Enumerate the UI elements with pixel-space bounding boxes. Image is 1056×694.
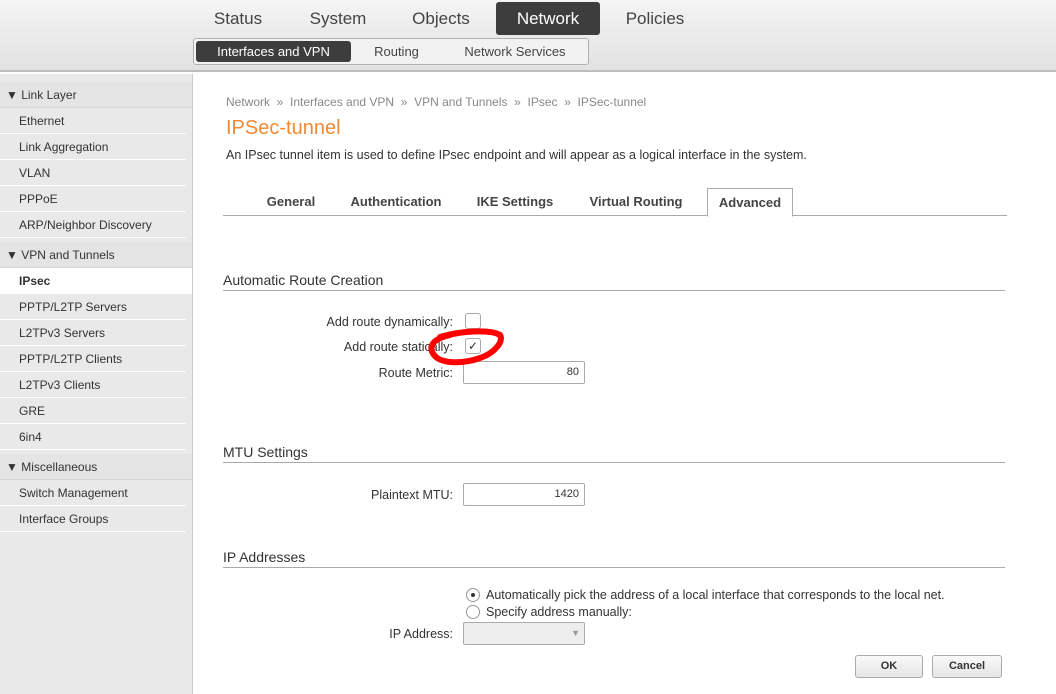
chevron-down-icon: ▼ [571,628,580,638]
sidebar-item[interactable]: Link Aggregation [0,134,186,160]
sidebar-item[interactable]: ARP/Neighbor Discovery [0,212,186,238]
tab-authentication[interactable]: Authentication [343,188,449,216]
auto-address-radio[interactable] [466,588,480,602]
sidebar-item[interactable]: VLAN [0,160,186,186]
tab-advanced[interactable]: Advanced [707,188,793,217]
page-title: IPSec-tunnel [226,117,341,139]
ip-address-label: IP Address: [389,627,453,641]
subnav-routing[interactable]: Routing [359,41,434,62]
sidebar-item[interactable]: 6in4 [0,424,186,450]
sidebar-group-link-layer[interactable]: ▼ Link Layer [0,82,192,108]
add-route-dynamic-label: Add route dynamically: [326,315,453,329]
sidebar-item[interactable]: Ethernet [0,108,186,134]
sidebar-item[interactable]: PPTP/L2TP Servers [0,294,186,320]
ip-address-select[interactable]: ▼ [463,622,585,645]
nav-network[interactable]: Network [496,2,600,35]
top-bar: Status System Objects Network Policies I… [0,0,1056,72]
sidebar-item[interactable]: PPTP/L2TP Clients [0,346,186,372]
tab-general[interactable]: General [253,188,329,216]
section-route-heading: Automatic Route Creation [223,272,1005,291]
route-metric-label: Route Metric: [378,366,453,380]
subnav-interfaces-vpn[interactable]: Interfaces and VPN [196,41,351,62]
sidebar: ▼ Link Layer Ethernet Link Aggregation V… [0,74,193,694]
group-label: Miscellaneous [21,460,98,474]
sidebar-group-vpn[interactable]: ▼ VPN and Tunnels [0,242,192,268]
sidebar-item[interactable]: L2TPv3 Servers [0,320,186,346]
tab-virtual-routing[interactable]: Virtual Routing [581,188,691,216]
page-description: An IPsec tunnel item is used to define I… [226,148,807,162]
manual-address-radio[interactable] [466,605,480,619]
sub-nav: Interfaces and VPN Routing Network Servi… [193,38,589,65]
sidebar-item[interactable]: Switch Management [0,480,186,506]
tab-bar: General Authentication IKE Settings Virt… [223,188,1007,217]
sidebar-item[interactable]: L2TPv3 Clients [0,372,186,398]
nav-status[interactable]: Status [200,2,276,35]
sidebar-item[interactable]: Interface Groups [0,506,186,532]
plaintext-mtu-input[interactable]: 1420 [463,483,585,506]
nav-system[interactable]: System [296,2,380,35]
manual-address-label: Specify address manually: [486,605,632,619]
sidebar-item-ipsec[interactable]: IPsec [0,268,192,294]
subnav-network-services[interactable]: Network Services [450,41,580,62]
add-route-static-label: Add route statically: [343,340,453,354]
auto-address-label: Automatically pick the address of a loca… [486,588,945,602]
ok-button[interactable]: OK [855,655,923,678]
sidebar-group-misc[interactable]: ▼ Miscellaneous [0,454,192,480]
cancel-button[interactable]: Cancel [932,655,1002,678]
plaintext-mtu-label: Plaintext MTU: [371,488,453,502]
section-mtu-heading: MTU Settings [223,444,1005,463]
breadcrumb[interactable]: Network » Interfaces and VPN » VPN and T… [226,95,646,109]
nav-objects[interactable]: Objects [400,2,482,35]
tab-ike-settings[interactable]: IKE Settings [467,188,563,216]
red-annotation-circle [428,328,504,366]
section-ip-heading: IP Addresses [223,549,1005,568]
group-label: Link Layer [21,88,77,102]
group-label: VPN and Tunnels [21,248,115,262]
sidebar-item[interactable]: PPPoE [0,186,186,212]
sidebar-item[interactable]: GRE [0,398,186,424]
nav-policies[interactable]: Policies [614,2,696,35]
